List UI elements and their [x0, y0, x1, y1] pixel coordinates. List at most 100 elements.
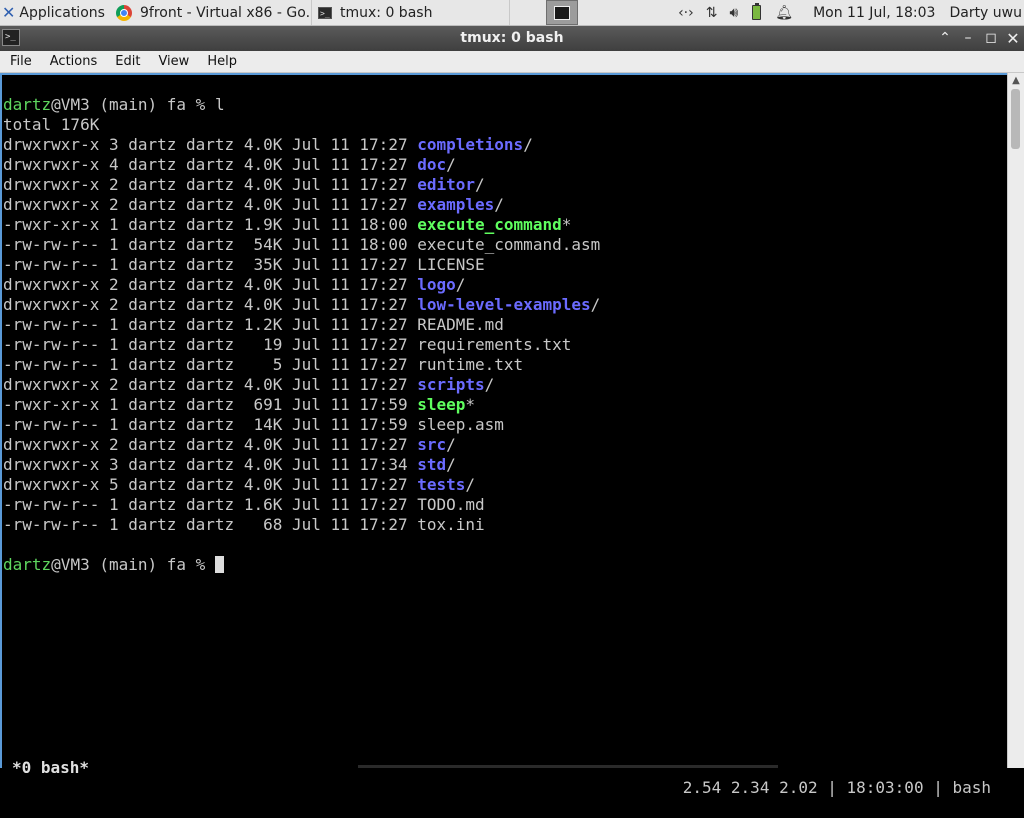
listing-row: drwxrwxr-x 4 dartz dartz 4.0K Jul 11 17:… — [3, 155, 600, 175]
workspace-switcher[interactable] — [546, 0, 578, 25]
applications-label: Applications — [19, 5, 105, 21]
file-suffix: / — [475, 175, 485, 194]
file-name: runtime.txt — [417, 355, 523, 374]
file-name: scripts — [417, 375, 484, 394]
terminal-area[interactable]: dartz@VM3 (main) fa % l total 176K drwxr… — [0, 73, 1007, 768]
file-name: LICENSE — [417, 255, 484, 274]
listing-row: -rwxr-xr-x 1 dartz dartz 691 Jul 11 17:5… — [3, 395, 600, 415]
file-meta: -rw-rw-r-- 1 dartz dartz 1.6K Jul 11 17:… — [3, 495, 417, 514]
listing-row: drwxrwxr-x 5 dartz dartz 4.0K Jul 11 17:… — [3, 475, 600, 495]
file-meta: drwxrwxr-x 2 dartz dartz 4.0K Jul 11 17:… — [3, 375, 417, 394]
menu-view[interactable]: View — [149, 54, 198, 69]
listing-row: drwxrwxr-x 2 dartz dartz 4.0K Jul 11 17:… — [3, 195, 600, 215]
file-name: tox.ini — [417, 515, 484, 534]
listing-row: -rw-rw-r-- 1 dartz dartz 1.6K Jul 11 17:… — [3, 495, 600, 515]
prompt-host-path: @VM3 (main) fa % — [51, 555, 215, 574]
text-cursor — [215, 556, 224, 573]
prompt-user: dartz — [3, 95, 51, 114]
tmux-status-bar: *0 bash* 2.54 2.34 2.02 | 18:03:00 | bas… — [2, 738, 1007, 758]
typed-command: l — [215, 95, 225, 114]
file-suffix: * — [465, 395, 475, 414]
top-panel: ✕ Applications ☰ 9front - Virtual x86 - … — [0, 0, 1024, 26]
file-name: logo — [417, 275, 456, 294]
file-suffix: / — [485, 375, 495, 394]
file-name: sleep — [417, 395, 465, 414]
file-name: low-level-examples — [417, 295, 590, 314]
listing-row: -rw-rw-r-- 1 dartz dartz 1.2K Jul 11 17:… — [3, 315, 600, 335]
workspace-window-thumbnail — [554, 6, 570, 20]
system-tray: ‹·› ⇅ 🔊︎ 🔔︎ Mon 11 Jul, 18:03 Darty uwu — [672, 0, 1024, 25]
file-meta: drwxrwxr-x 2 dartz dartz 4.0K Jul 11 17:… — [3, 275, 417, 294]
bell-icon[interactable]: 🔔︎ — [775, 5, 793, 21]
shade-button[interactable]: ⌃ — [934, 26, 956, 51]
terminal-output: dartz@VM3 (main) fa % l total 176K drwxr… — [3, 95, 600, 575]
file-name: README.md — [417, 315, 504, 334]
volume-icon[interactable]: 🔊︎ — [729, 5, 738, 21]
file-suffix: / — [465, 475, 475, 494]
menu-edit[interactable]: Edit — [106, 54, 149, 69]
tmux-window-label[interactable]: *0 bash* — [12, 758, 89, 778]
listing-row: drwxrwxr-x 2 dartz dartz 4.0K Jul 11 17:… — [3, 275, 600, 295]
listing-row: drwxrwxr-x 2 dartz dartz 4.0K Jul 11 17:… — [3, 435, 600, 455]
file-meta: drwxrwxr-x 3 dartz dartz 4.0K Jul 11 17:… — [3, 455, 417, 474]
listing-row: drwxrwxr-x 2 dartz dartz 4.0K Jul 11 17:… — [3, 295, 600, 315]
file-meta: -rw-rw-r-- 1 dartz dartz 5 Jul 11 17:27 — [3, 355, 417, 374]
xfce-logo-icon: ✕ — [2, 3, 15, 22]
scrollbar-thumb[interactable] — [1011, 89, 1020, 149]
file-name: std — [417, 455, 446, 474]
menu-help[interactable]: Help — [198, 54, 246, 69]
file-name: tests — [417, 475, 465, 494]
window-titlebar[interactable]: >_ tmux: 0 bash ⌃ – ◻ ✕ — [0, 26, 1024, 51]
file-meta: drwxrwxr-x 5 dartz dartz 4.0K Jul 11 17:… — [3, 475, 417, 494]
file-suffix: / — [446, 455, 456, 474]
network-arrows-icon[interactable]: ‹·› — [678, 5, 694, 21]
taskbar-item-label: 9front - Virtual x86 - Go... — [140, 5, 312, 21]
menu-actions[interactable]: Actions — [41, 54, 107, 69]
file-suffix: * — [562, 215, 572, 234]
applications-menu[interactable]: ✕ Applications ☰ — [0, 0, 109, 25]
maximize-button[interactable]: ◻ — [980, 26, 1002, 51]
listing-row: drwxrwxr-x 3 dartz dartz 4.0K Jul 11 17:… — [3, 135, 600, 155]
scroll-up-arrow-icon[interactable]: ▲ — [1008, 75, 1024, 86]
listing: drwxrwxr-x 3 dartz dartz 4.0K Jul 11 17:… — [3, 135, 600, 535]
file-suffix: / — [591, 295, 601, 314]
file-meta: -rw-rw-r-- 1 dartz dartz 68 Jul 11 17:27 — [3, 515, 417, 534]
taskbar-item-chrome[interactable]: 9front - Virtual x86 - Go... — [110, 0, 312, 25]
file-meta: -rwxr-xr-x 1 dartz dartz 691 Jul 11 17:5… — [3, 395, 417, 414]
file-name: sleep.asm — [417, 415, 504, 434]
file-meta: -rw-rw-r-- 1 dartz dartz 19 Jul 11 17:27 — [3, 335, 417, 354]
listing-row: drwxrwxr-x 2 dartz dartz 4.0K Jul 11 17:… — [3, 375, 600, 395]
listing-row: -rw-rw-r-- 1 dartz dartz 68 Jul 11 17:27… — [3, 515, 600, 535]
file-suffix: / — [446, 155, 456, 174]
file-meta: drwxrwxr-x 4 dartz dartz 4.0K Jul 11 17:… — [3, 155, 417, 174]
battery-icon[interactable] — [752, 5, 761, 20]
window-title: tmux: 0 bash — [0, 26, 1024, 51]
listing-row: -rw-rw-r-- 1 dartz dartz 19 Jul 11 17:27… — [3, 335, 600, 355]
user-menu[interactable]: Darty uwu — [949, 5, 1022, 21]
listing-row: -rw-rw-r-- 1 dartz dartz 5 Jul 11 17:27 … — [3, 355, 600, 375]
file-name: examples — [417, 195, 494, 214]
prompt-user: dartz — [3, 555, 51, 574]
file-name: TODO.md — [417, 495, 484, 514]
close-button[interactable]: ✕ — [1002, 26, 1024, 51]
taskbar-item-terminal[interactable]: >_ tmux: 0 bash — [312, 0, 510, 25]
file-meta: -rw-rw-r-- 1 dartz dartz 35K Jul 11 17:2… — [3, 255, 417, 274]
listing-row: drwxrwxr-x 2 dartz dartz 4.0K Jul 11 17:… — [3, 175, 600, 195]
menubar: File Actions Edit View Help — [0, 51, 1024, 73]
tmux-status-right: 2.54 2.34 2.02 | 18:03:00 | bash — [683, 778, 991, 798]
menu-file[interactable]: File — [0, 54, 41, 69]
listing-row: -rw-rw-r-- 1 dartz dartz 54K Jul 11 18:0… — [3, 235, 600, 255]
minimize-button[interactable]: – — [957, 26, 979, 51]
file-suffix: / — [494, 195, 504, 214]
file-meta: -rw-rw-r-- 1 dartz dartz 54K Jul 11 18:0… — [3, 235, 417, 254]
file-suffix: / — [456, 275, 466, 294]
scrollbar[interactable]: ▲ — [1007, 73, 1024, 768]
chrome-icon — [116, 5, 132, 21]
clock[interactable]: Mon 11 Jul, 18:03 — [813, 5, 935, 21]
file-meta: drwxrwxr-x 3 dartz dartz 4.0K Jul 11 17:… — [3, 135, 417, 154]
current-prompt: dartz@VM3 (main) fa % — [3, 555, 600, 575]
blank-line — [3, 535, 600, 555]
total-line: total 176K — [3, 115, 600, 135]
transfer-updown-icon[interactable]: ⇅ — [706, 5, 718, 21]
prompt-host-path: @VM3 (main) fa % — [51, 95, 215, 114]
